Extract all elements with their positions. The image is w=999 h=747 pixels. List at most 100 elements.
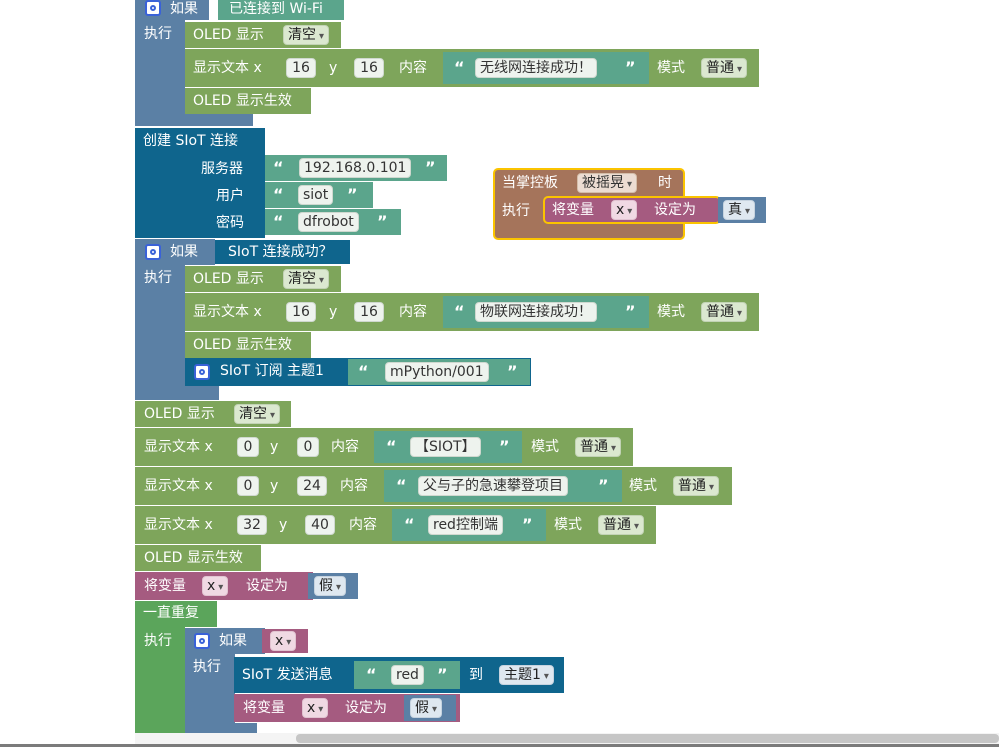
oled-display-label: OLED 显示 bbox=[193, 271, 264, 287]
mode-label: 模式 bbox=[554, 517, 582, 533]
text-input[interactable]: 【SIOT】 bbox=[410, 437, 481, 457]
show-text-label: 显示文本 x bbox=[144, 517, 213, 533]
oled-clear-dropdown[interactable]: 清空 bbox=[283, 269, 330, 289]
set-variable-label: 将变量 bbox=[552, 202, 594, 218]
password-label: 密码 bbox=[216, 215, 244, 231]
mode-label: 模式 bbox=[657, 60, 685, 76]
siot-connect-label: 创建 SIoT 连接 bbox=[143, 133, 239, 149]
oled-apply-label: OLED 显示生效 bbox=[144, 550, 243, 566]
variable-dropdown[interactable]: x bbox=[270, 631, 297, 651]
do-label: 执行 bbox=[502, 203, 530, 219]
do-label: 执行 bbox=[193, 659, 221, 675]
server-label: 服务器 bbox=[201, 161, 243, 177]
boolean-dropdown[interactable]: 假 bbox=[314, 576, 347, 596]
quote-close-icon: ” bbox=[499, 437, 510, 456]
text-input[interactable]: 物联网连接成功！ bbox=[475, 302, 597, 322]
y-label: y bbox=[329, 304, 338, 320]
oled-apply-label: OLED 显示生效 bbox=[193, 93, 292, 109]
x-input[interactable]: 16 bbox=[286, 58, 316, 78]
to-label: 到 bbox=[469, 667, 483, 683]
y-label: y bbox=[270, 439, 279, 455]
user-label: 用户 bbox=[216, 188, 244, 204]
text-input[interactable]: 父与子的急速攀登项目 bbox=[418, 476, 568, 496]
server-input[interactable]: 192.168.0.101 bbox=[299, 158, 412, 178]
quote-close-icon: ” bbox=[425, 158, 436, 177]
mode-dropdown[interactable]: 普通 bbox=[598, 515, 645, 535]
when-board-label: 当掌控板 bbox=[502, 175, 558, 191]
oled-clear-dropdown[interactable]: 清空 bbox=[283, 25, 330, 45]
x-input[interactable]: 16 bbox=[286, 302, 316, 322]
user-input[interactable]: siot bbox=[298, 185, 334, 205]
y-input[interactable]: 16 bbox=[354, 58, 384, 78]
time-label: 时 bbox=[658, 175, 672, 191]
oled-clear-dropdown[interactable]: 清空 bbox=[234, 404, 281, 424]
quote-close-icon: ” bbox=[522, 515, 533, 534]
quote-open-icon: “ bbox=[273, 185, 284, 204]
content-label: 内容 bbox=[349, 517, 377, 533]
set-to-label: 设定为 bbox=[654, 202, 696, 218]
message-input[interactable]: red bbox=[391, 665, 424, 685]
quote-open-icon: “ bbox=[396, 476, 407, 495]
gear-icon[interactable] bbox=[145, 244, 161, 260]
y-input[interactable]: 0 bbox=[297, 437, 319, 457]
if-label: 如果 bbox=[170, 1, 198, 17]
gear-icon[interactable] bbox=[194, 633, 210, 649]
y-input[interactable]: 40 bbox=[305, 515, 335, 535]
set-variable-label: 将变量 bbox=[144, 578, 186, 594]
text-input[interactable]: red控制端 bbox=[428, 515, 503, 535]
topic-dropdown[interactable]: 主题1 bbox=[499, 665, 554, 685]
x-input[interactable]: 0 bbox=[237, 437, 259, 457]
boolean-dropdown[interactable]: 假 bbox=[410, 698, 443, 718]
siot-condition-label: SIoT 连接成功？ bbox=[228, 244, 333, 260]
quote-close-icon: ” bbox=[625, 302, 636, 321]
quote-close-icon: ” bbox=[598, 476, 609, 495]
if-label: 如果 bbox=[219, 633, 247, 649]
y-input[interactable]: 24 bbox=[297, 476, 327, 496]
do-label: 执行 bbox=[144, 633, 172, 649]
mode-dropdown[interactable]: 普通 bbox=[701, 58, 748, 78]
quote-open-icon: “ bbox=[273, 158, 284, 177]
set-to-label: 设定为 bbox=[246, 578, 288, 594]
mode-dropdown[interactable]: 普通 bbox=[673, 476, 720, 496]
content-label: 内容 bbox=[399, 60, 427, 76]
do-label: 执行 bbox=[144, 270, 172, 286]
mode-dropdown[interactable]: 普通 bbox=[701, 302, 748, 322]
wifi-condition-label: 已连接到 Wi-Fi bbox=[229, 1, 323, 17]
text-input[interactable]: 无线网连接成功！ bbox=[475, 58, 597, 78]
mode-dropdown[interactable]: 普通 bbox=[575, 437, 622, 457]
gesture-dropdown[interactable]: 被摇晃 bbox=[577, 173, 638, 193]
x-input[interactable]: 0 bbox=[237, 476, 259, 496]
set-variable-label: 将变量 bbox=[243, 700, 285, 716]
oled-display-label: OLED 显示 bbox=[144, 406, 215, 422]
blockly-workspace[interactable]: 如果 已连接到 Wi-Fi 执行 OLED 显示 清空 显示文本 x 16 y … bbox=[0, 0, 999, 747]
y-input[interactable]: 16 bbox=[354, 302, 384, 322]
show-text-label: 显示文本 x bbox=[193, 60, 262, 76]
x-input[interactable]: 32 bbox=[237, 515, 267, 535]
gear-icon[interactable] bbox=[194, 364, 210, 380]
quote-close-icon: ” bbox=[377, 212, 388, 231]
mode-label: 模式 bbox=[657, 304, 685, 320]
quote-open-icon: “ bbox=[273, 212, 284, 231]
quote-close-icon: ” bbox=[437, 665, 448, 684]
quote-open-icon: “ bbox=[454, 58, 465, 77]
horizontal-scrollbar-thumb[interactable] bbox=[296, 734, 999, 743]
show-text-label: 显示文本 x bbox=[193, 304, 262, 320]
siot-subscribe-label: SIoT 订阅 主题1 bbox=[220, 363, 324, 379]
set-to-label: 设定为 bbox=[345, 700, 387, 716]
forever-label: 一直重复 bbox=[143, 605, 199, 621]
quote-open-icon: “ bbox=[358, 362, 369, 381]
variable-dropdown[interactable]: x bbox=[611, 200, 638, 220]
quote-open-icon: “ bbox=[366, 665, 377, 684]
password-input[interactable]: dfrobot bbox=[298, 212, 359, 232]
mode-label: 模式 bbox=[531, 439, 559, 455]
variable-dropdown[interactable]: x bbox=[202, 576, 229, 596]
quote-open-icon: “ bbox=[404, 515, 415, 534]
gear-icon[interactable] bbox=[145, 0, 161, 16]
topic-input[interactable]: mPython/001 bbox=[385, 362, 489, 382]
oled-display-label: OLED 显示 bbox=[193, 27, 264, 43]
content-label: 内容 bbox=[340, 478, 368, 494]
content-label: 内容 bbox=[399, 304, 427, 320]
boolean-dropdown[interactable]: 真 bbox=[723, 200, 756, 220]
quote-close-icon: ” bbox=[347, 185, 358, 204]
variable-dropdown[interactable]: x bbox=[302, 698, 329, 718]
